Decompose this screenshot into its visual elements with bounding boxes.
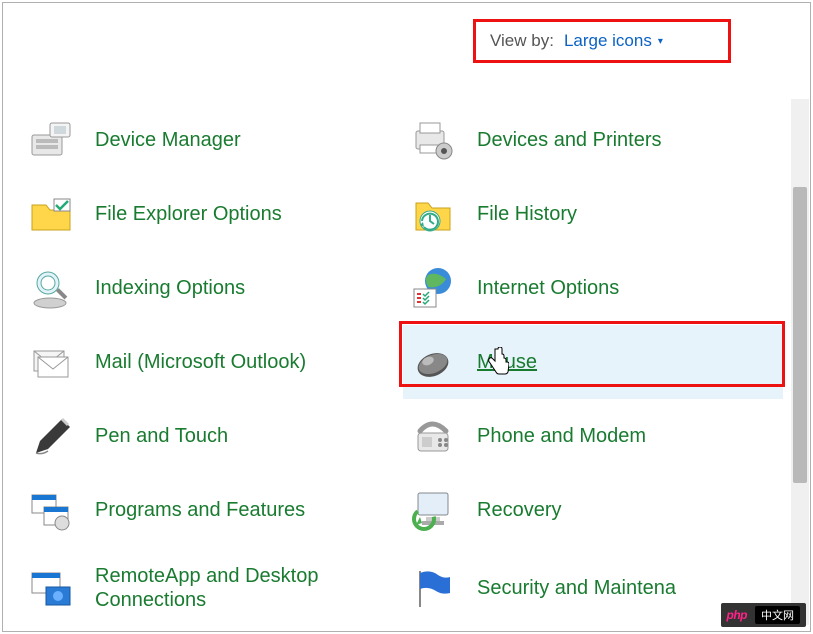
grid-column-left: Device Manager File Explorer Options: [21, 103, 401, 629]
item-internet-options[interactable]: Internet Options: [403, 251, 783, 325]
indexing-icon: [25, 262, 77, 314]
watermark-cn: 中文网: [755, 606, 800, 624]
item-indexing-options[interactable]: Indexing Options: [21, 251, 401, 325]
item-remoteapp[interactable]: RemoteApp and Desktop Connections: [21, 547, 401, 629]
item-label: Programs and Features: [95, 498, 305, 522]
view-by-dropdown[interactable]: Large icons ▾: [564, 31, 663, 51]
item-device-manager[interactable]: Device Manager: [21, 103, 401, 177]
item-programs-and-features[interactable]: Programs and Features: [21, 473, 401, 547]
item-label: Device Manager: [95, 128, 241, 152]
item-label: Indexing Options: [95, 276, 245, 300]
grid-column-right: Devices and Printers File History: [403, 103, 783, 629]
phone-modem-icon: [407, 410, 459, 462]
item-label: Recovery: [477, 498, 561, 522]
item-recovery[interactable]: Recovery: [403, 473, 783, 547]
view-by-value: Large icons: [564, 31, 652, 51]
control-panel-grid: Device Manager File Explorer Options: [21, 103, 786, 629]
item-label: Pen and Touch: [95, 424, 228, 448]
item-file-history[interactable]: File History: [403, 177, 783, 251]
item-label: Mouse: [477, 350, 537, 374]
file-history-icon: [407, 188, 459, 240]
watermark-brand: php: [727, 608, 748, 622]
item-label: File Explorer Options: [95, 202, 282, 226]
item-devices-and-printers[interactable]: Devices and Printers: [403, 103, 783, 177]
item-label: RemoteApp and Desktop Connections: [95, 564, 385, 612]
folder-options-icon: [25, 188, 77, 240]
view-by-label: View by:: [490, 31, 554, 51]
internet-options-icon: [407, 262, 459, 314]
item-file-explorer-options[interactable]: File Explorer Options: [21, 177, 401, 251]
item-label: Mail (Microsoft Outlook): [95, 350, 306, 374]
item-label: Phone and Modem: [477, 424, 646, 448]
item-label: Security and Maintena: [477, 576, 676, 600]
item-mouse[interactable]: Mouse: [403, 325, 783, 399]
item-phone-and-modem[interactable]: Phone and Modem: [403, 399, 783, 473]
vertical-scrollbar[interactable]: [791, 99, 809, 625]
view-by-highlight: View by: Large icons ▾: [473, 19, 731, 63]
devices-printers-icon: [407, 114, 459, 166]
mail-icon: [25, 336, 77, 388]
scrollbar-thumb[interactable]: [793, 187, 807, 483]
control-panel-window: View by: Large icons ▾: [2, 2, 811, 632]
security-flag-icon: [407, 562, 459, 614]
recovery-icon: [407, 484, 459, 536]
item-pen-and-touch[interactable]: Pen and Touch: [21, 399, 401, 473]
pen-icon: [25, 410, 77, 462]
programs-icon: [25, 484, 77, 536]
mouse-icon: [407, 336, 459, 388]
item-label: Devices and Printers: [477, 128, 662, 152]
watermark-badge: php 中文网: [721, 603, 807, 627]
item-mail[interactable]: Mail (Microsoft Outlook): [21, 325, 401, 399]
item-label: File History: [477, 202, 577, 226]
remoteapp-icon: [25, 562, 77, 614]
chevron-down-icon: ▾: [658, 36, 663, 47]
device-manager-icon: [25, 114, 77, 166]
item-label: Internet Options: [477, 276, 619, 300]
